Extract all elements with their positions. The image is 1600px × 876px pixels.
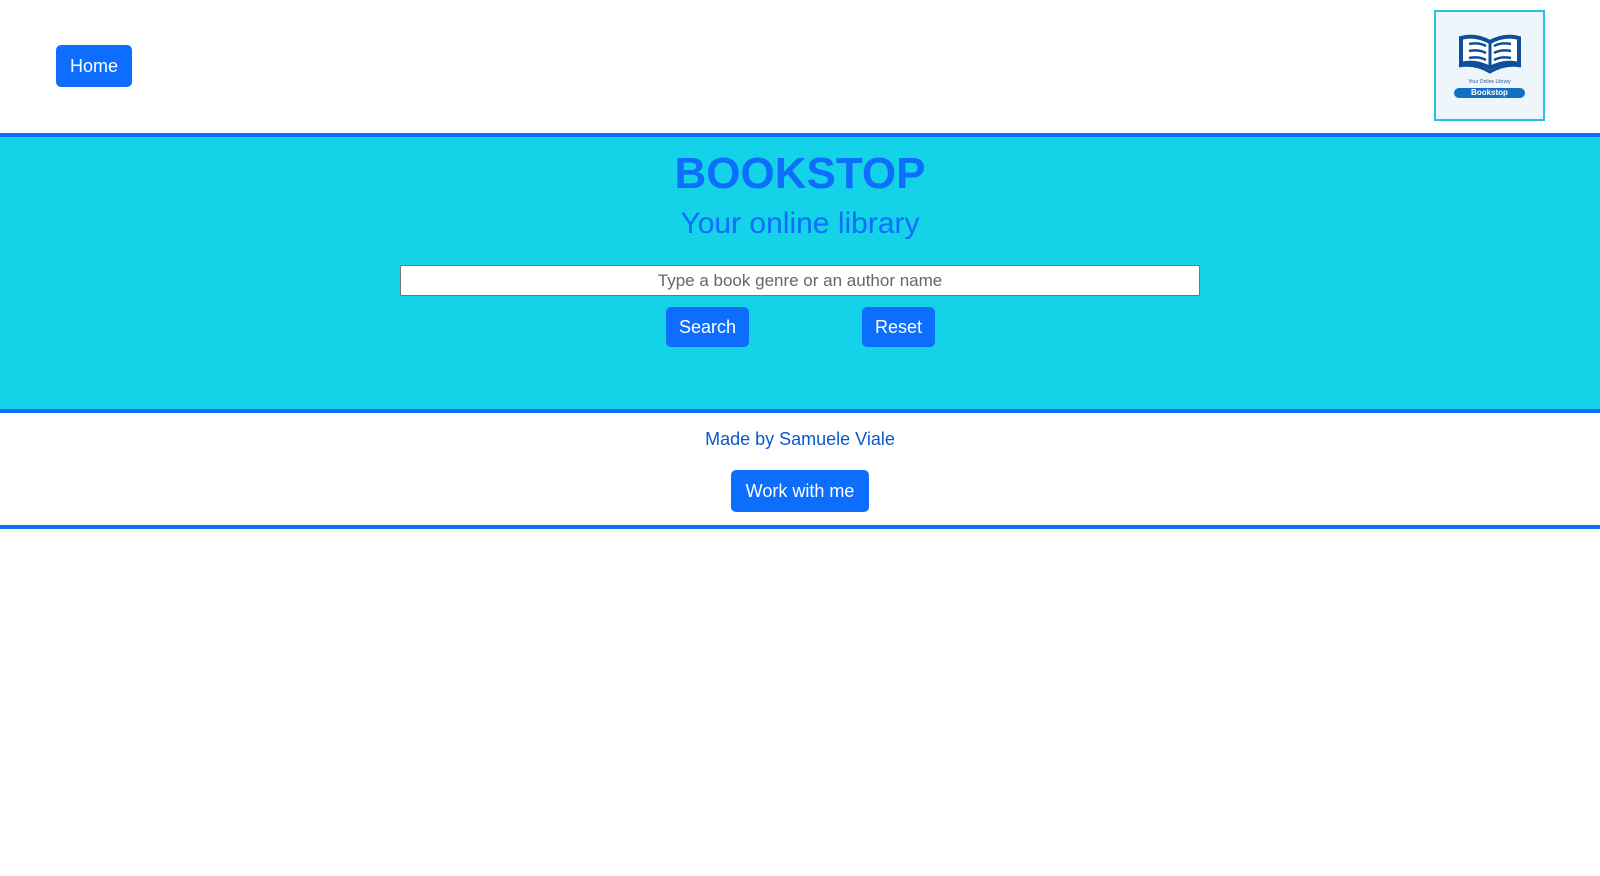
hero-section: BOOKSTOP Your online library Search Rese…	[0, 133, 1600, 413]
top-navbar: Home Your Online Library Bookstop	[0, 0, 1600, 133]
search-button[interactable]: Search	[666, 307, 749, 347]
search-input[interactable]	[400, 265, 1200, 296]
footer: Made by Samuele Viale Work with me	[0, 413, 1600, 529]
open-book-icon	[1458, 34, 1522, 74]
author-credit: Made by Samuele Viale	[705, 429, 895, 449]
reset-button[interactable]: Reset	[862, 307, 935, 347]
home-button[interactable]: Home	[56, 45, 132, 87]
work-with-me-button[interactable]: Work with me	[731, 470, 869, 512]
page-subtitle: Your online library	[680, 207, 920, 240]
bookstop-logo: Your Online Library Bookstop	[1434, 10, 1545, 121]
page-title: BOOKSTOP	[674, 149, 926, 198]
logo-tagline: Your Online Library	[1468, 79, 1511, 85]
logo-name: Bookstop	[1454, 88, 1525, 98]
